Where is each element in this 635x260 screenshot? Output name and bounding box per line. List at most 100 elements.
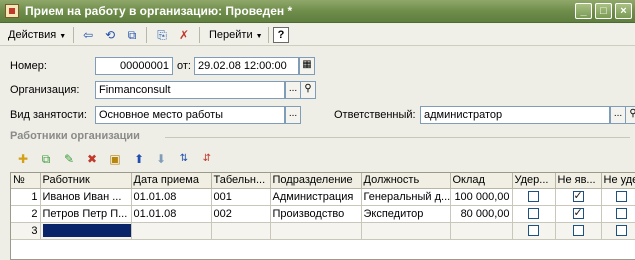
salary-cell[interactable] xyxy=(450,222,513,240)
select-responsible-button[interactable]: ... xyxy=(610,106,626,124)
tab-number-cell[interactable]: 001 xyxy=(211,188,271,206)
not-apply-checkbox[interactable] xyxy=(572,189,584,203)
not-apply-cell[interactable] xyxy=(555,205,602,223)
responsible-field[interactable]: администратор xyxy=(420,106,610,124)
column-header-employee[interactable]: Работник xyxy=(40,173,132,189)
chevron-down-icon: ▼ xyxy=(59,33,67,40)
back-arrow-icon[interactable]: ⇦ xyxy=(79,26,97,44)
not-withhold-cell[interactable] xyxy=(601,188,635,206)
not-withhold-checkbox[interactable] xyxy=(615,225,627,237)
not-apply-cell[interactable] xyxy=(555,222,602,240)
toolbar-separator xyxy=(73,27,74,43)
date-field[interactable]: 29.02.08 12:00:00 xyxy=(194,57,299,75)
column-header-salary[interactable]: Оклад xyxy=(450,173,513,189)
section-divider xyxy=(165,137,630,138)
chevron-down-icon: ▼ xyxy=(255,33,263,40)
not-apply-checkbox[interactable] xyxy=(572,225,584,237)
employee-cell-editing[interactable]: ...⚲ xyxy=(40,222,132,240)
goto-menu[interactable]: Перейти ▼ xyxy=(205,26,267,44)
minimize-button[interactable]: _ xyxy=(575,3,592,19)
employee-cell[interactable]: Петров Петр П... xyxy=(40,205,132,223)
employee-input[interactable] xyxy=(42,224,130,237)
select-employment-type-button[interactable]: ... xyxy=(285,106,301,124)
salary-cell[interactable]: 100 000,00 xyxy=(450,188,513,206)
employment-type-field[interactable]: Основное место работы xyxy=(95,106,285,124)
position-cell[interactable] xyxy=(361,222,451,240)
unpost-document-icon[interactable]: ✗ xyxy=(175,26,193,44)
withhold-cell[interactable] xyxy=(512,205,556,223)
not-withhold-cell[interactable] xyxy=(601,205,635,223)
column-header-not-withhold[interactable]: Не уде... xyxy=(601,173,635,189)
hire-date-cell[interactable]: 01.01.08 xyxy=(131,205,212,223)
not-apply-cell[interactable] xyxy=(555,188,602,206)
close-button[interactable]: × xyxy=(615,3,632,19)
department-cell[interactable]: Производство xyxy=(270,205,362,223)
sort-descending-icon[interactable]: ⇵ xyxy=(198,150,216,168)
organization-field[interactable]: Finmanconsult xyxy=(95,81,285,99)
row-number: 3 xyxy=(11,222,41,240)
document-icon xyxy=(5,4,19,18)
employees-section-title: Работники организации xyxy=(10,130,140,142)
add-row-icon[interactable]: ✚ xyxy=(14,150,32,168)
hire-date-cell[interactable]: 01.01.08 xyxy=(131,188,212,206)
sort-ascending-icon[interactable]: ⇅ xyxy=(175,150,193,168)
post-document-icon[interactable]: ⎘ xyxy=(153,26,171,44)
tab-number-cell[interactable] xyxy=(211,222,271,240)
row-number: 1 xyxy=(11,188,41,206)
department-cell[interactable]: Администрация xyxy=(270,188,362,206)
toolbar: Действия ▼ ⇦ ⟲ ⧉ ⎘ ✗ Перейти ▼ ? xyxy=(0,24,635,46)
withhold-cell[interactable] xyxy=(512,222,556,240)
help-icon[interactable]: ? xyxy=(273,27,289,43)
table-row[interactable]: 1 Иванов Иван ... 01.01.08 001 Администр… xyxy=(11,188,635,206)
not-apply-checkbox[interactable] xyxy=(572,206,584,220)
select-organization-button[interactable]: ... xyxy=(285,81,301,99)
copy-row-icon[interactable]: ⧉ xyxy=(37,150,55,168)
not-withhold-checkbox[interactable] xyxy=(615,191,627,203)
not-withhold-cell[interactable] xyxy=(601,222,635,240)
withhold-cell[interactable] xyxy=(512,188,556,206)
maximize-button[interactable]: □ xyxy=(595,3,612,19)
hire-date-cell[interactable] xyxy=(131,222,212,240)
withhold-checkbox[interactable] xyxy=(528,191,539,203)
date-label: от: xyxy=(177,60,191,72)
title-bar: Прием на работу в организацию: Проведен … xyxy=(0,0,635,23)
delete-row-icon[interactable]: ✖ xyxy=(83,150,101,168)
end-edit-icon[interactable]: ▣ xyxy=(106,150,124,168)
open-responsible-icon[interactable]: ⚲ xyxy=(625,106,635,124)
column-header-withhold[interactable]: Удер... xyxy=(512,173,556,189)
number-field[interactable]: 00000001 xyxy=(95,57,173,75)
column-header-not-apply[interactable]: Не яв... xyxy=(555,173,602,189)
refresh-icon[interactable]: ⟲ xyxy=(101,26,119,44)
actions-menu[interactable]: Действия ▼ xyxy=(4,26,70,44)
column-header-department[interactable]: Подразделение xyxy=(270,173,362,189)
withhold-checkbox[interactable] xyxy=(528,208,539,220)
employees-table: № Работник Дата приема Табельн... Подраз… xyxy=(10,172,635,260)
table-header: № Работник Дата приема Табельн... Подраз… xyxy=(11,173,635,189)
move-up-icon[interactable]: ⬆ xyxy=(130,150,148,168)
not-withhold-checkbox[interactable] xyxy=(615,208,627,220)
position-cell[interactable]: Экспедитор xyxy=(361,205,451,223)
column-header-position[interactable]: Должность xyxy=(361,173,451,189)
tab-number-cell[interactable]: 002 xyxy=(211,205,271,223)
salary-cell[interactable]: 80 000,00 xyxy=(450,205,513,223)
copy-document-icon[interactable]: ⧉ xyxy=(123,26,141,44)
department-cell[interactable] xyxy=(270,222,362,240)
column-header-hire-date[interactable]: Дата приема xyxy=(131,173,212,189)
column-header-number[interactable]: № xyxy=(11,173,41,189)
toolbar-separator xyxy=(199,27,200,43)
position-cell[interactable]: Генеральный д... xyxy=(361,188,451,206)
move-down-icon[interactable]: ⬇ xyxy=(152,150,170,168)
withhold-checkbox[interactable] xyxy=(528,225,539,237)
employee-cell[interactable]: Иванов Иван ... xyxy=(40,188,132,206)
responsible-label: Ответственный: xyxy=(334,109,416,121)
edit-row-icon[interactable]: ✎ xyxy=(60,150,78,168)
table-row[interactable]: 2 Петров Петр П... 01.01.08 002 Производ… xyxy=(11,205,635,223)
number-label: Номер: xyxy=(10,60,47,72)
open-organization-icon[interactable]: ⚲ xyxy=(300,81,316,99)
organization-label: Организация: xyxy=(10,84,80,96)
actions-menu-label: Действия xyxy=(8,29,57,41)
column-header-tab-number[interactable]: Табельн... xyxy=(211,173,271,189)
table-row[interactable]: 3 ...⚲ xyxy=(11,222,635,240)
calendar-icon[interactable]: ▦ xyxy=(299,57,315,75)
employment-type-label: Вид занятости: xyxy=(10,109,87,121)
